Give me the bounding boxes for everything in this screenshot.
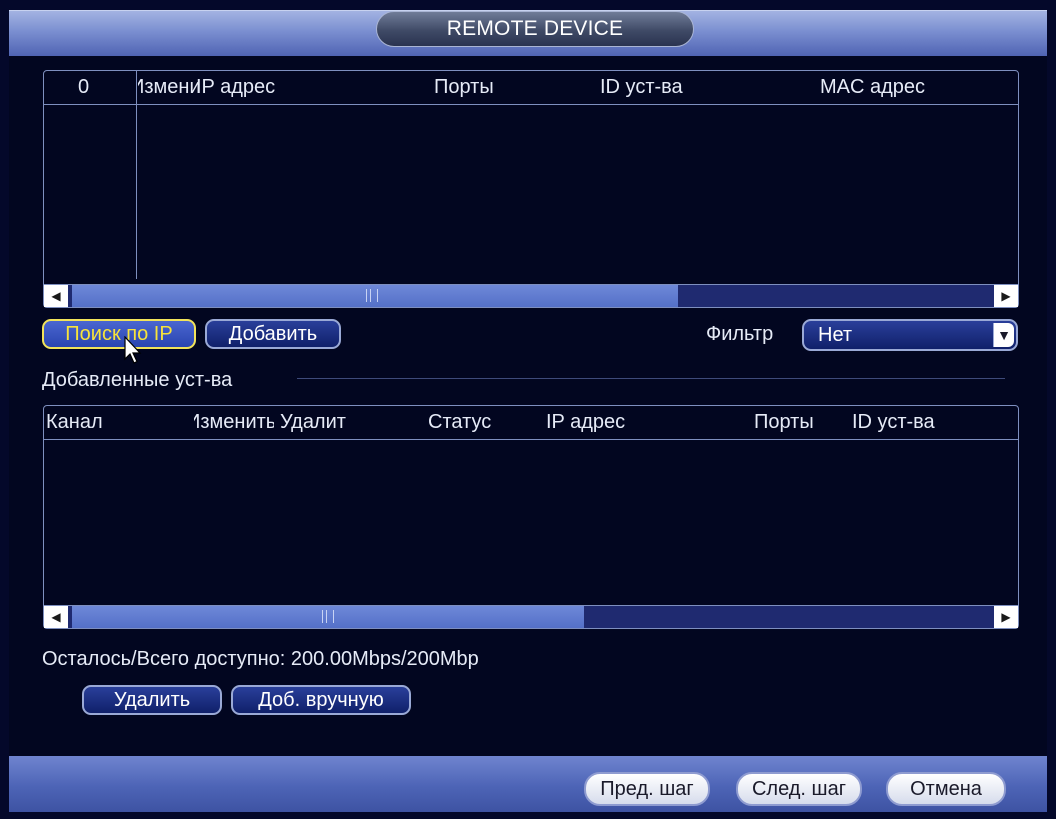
prev-step-button[interactable]: Пред. шаг [584,772,710,806]
added-table-scrollbar[interactable]: ◀ ▶ [44,605,1018,628]
search-results-table[interactable]: 0 Изменить IP адрес Порты ID уст-ва MAC … [43,70,1019,308]
scroll-left-arrow-icon[interactable]: ◀ [44,285,68,307]
column-divider [136,71,137,279]
column-header-edit[interactable]: Изменить [138,71,198,104]
added-table-header: Канал Изменить Удалит Статус IP адрес По… [44,406,1018,440]
mouse-cursor-icon [124,336,142,364]
column-header-select-all[interactable]: 0 [78,71,118,104]
column-header-delete[interactable]: Удалит [280,406,360,439]
filter-value: Нет [818,324,853,346]
delete-button[interactable]: Удалить [82,685,222,715]
column-header-ports[interactable]: Порты [434,71,534,104]
next-step-button[interactable]: След. шаг [736,772,862,806]
column-header-ports[interactable]: Порты [754,406,834,439]
scrollbar-grip-icon [322,610,334,623]
scrollbar-thumb[interactable] [72,285,678,307]
column-header-mac-address[interactable]: MAC адрес [820,71,950,104]
filter-select[interactable]: Нет ▼ [802,319,1018,351]
chevron-down-icon[interactable]: ▼ [993,323,1014,347]
added-devices-table[interactable]: Канал Изменить Удалит Статус IP адрес По… [43,405,1019,629]
cancel-button[interactable]: Отмена [886,772,1006,806]
column-header-ip-address[interactable]: IP адрес [546,406,666,439]
add-manually-button[interactable]: Доб. вручную [231,685,411,715]
scroll-right-arrow-icon[interactable]: ▶ [994,285,1018,307]
column-header-channel[interactable]: Канал [46,406,146,439]
add-button[interactable]: Добавить [205,319,341,349]
column-header-status[interactable]: Статус [428,406,518,439]
bandwidth-status: Осталось/Всего доступно: 200.00Mbps/200M… [42,648,479,670]
filter-label: Фильтр [706,323,774,345]
search-table-scrollbar[interactable]: ◀ ▶ [44,284,1018,307]
scrollbar-thumb[interactable] [72,606,584,628]
column-header-device-id[interactable]: ID уст-ва [600,71,720,104]
column-header-edit[interactable]: Изменить [194,406,274,439]
scrollbar-grip-icon [366,289,378,302]
added-devices-title: Добавленные уст-ва [42,369,233,391]
section-divider [297,378,1005,379]
scroll-right-arrow-icon[interactable]: ▶ [994,606,1018,628]
column-header-device-id[interactable]: ID уст-ва [852,406,972,439]
scroll-left-arrow-icon[interactable]: ◀ [44,606,68,628]
window-title: REMOTE DEVICE [376,11,694,47]
search-table-header: 0 Изменить IP адрес Порты ID уст-ва MAC … [44,71,1018,105]
column-header-ip-address[interactable]: IP адрес [196,71,316,104]
search-ip-button[interactable]: Поиск по IP [42,319,196,349]
